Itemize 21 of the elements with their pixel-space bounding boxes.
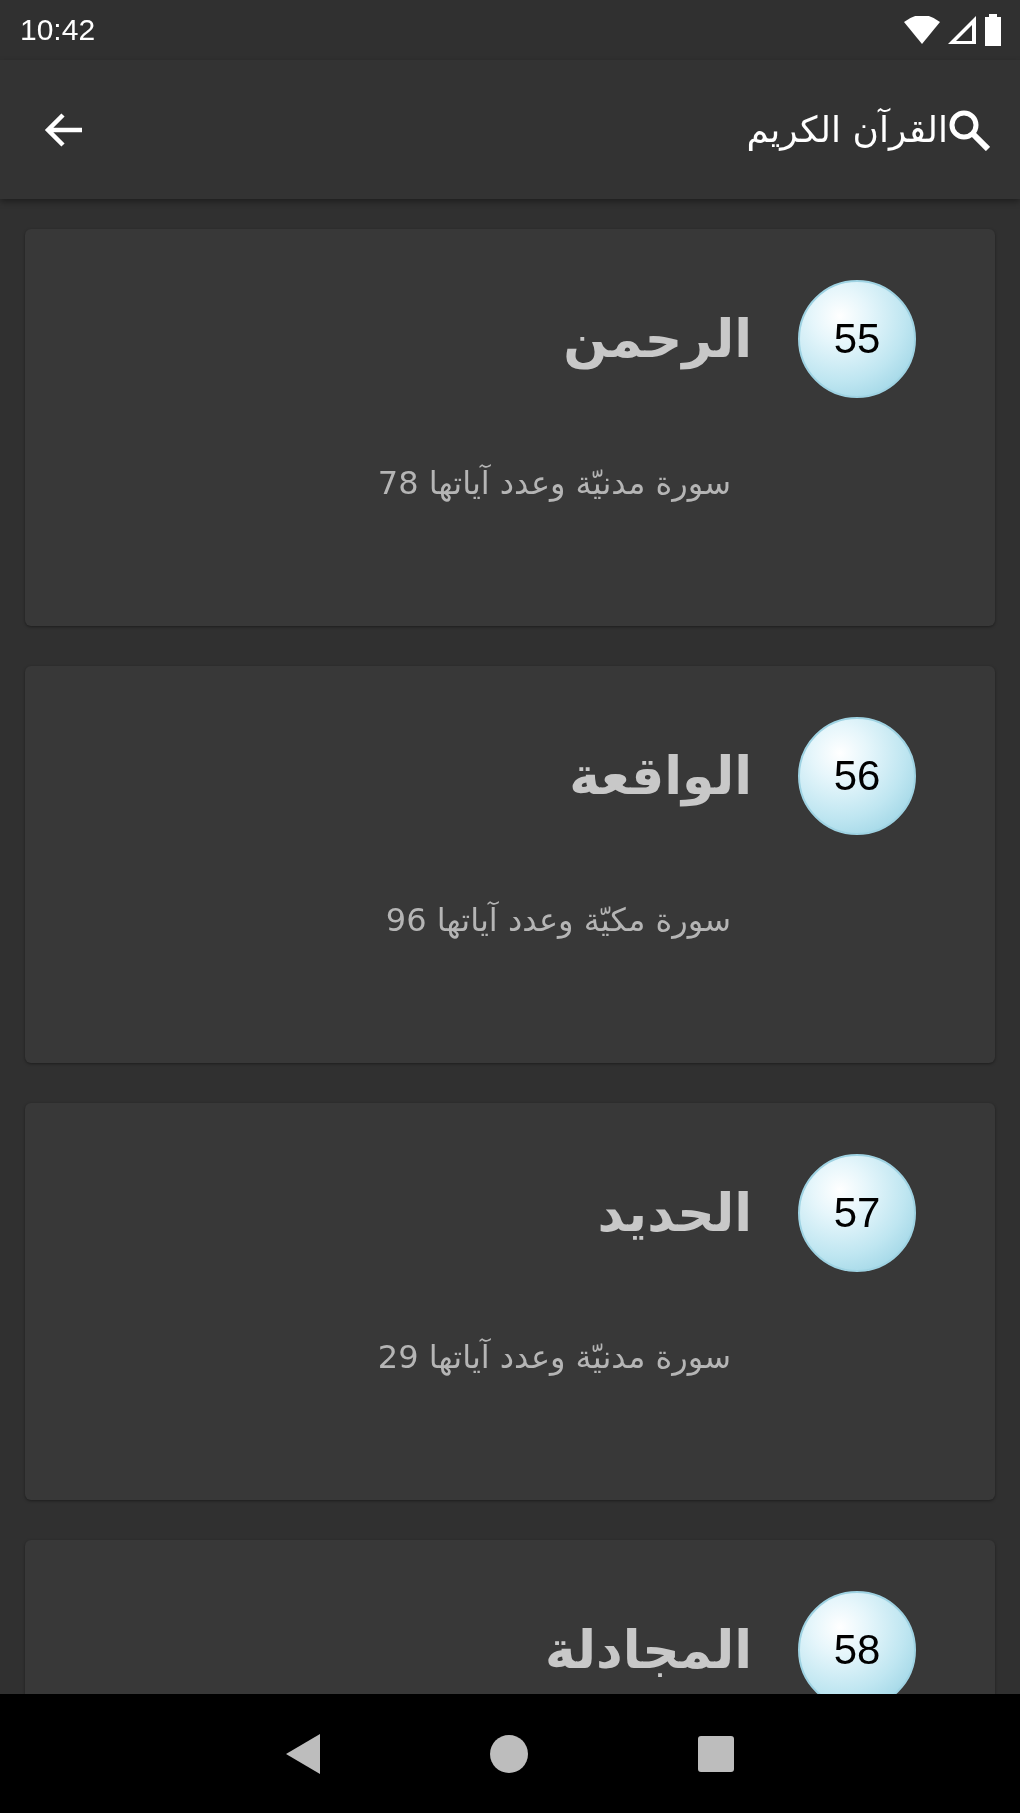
surah-name: الحديد <box>597 1183 752 1243</box>
surah-name: الواقعة <box>569 746 752 806</box>
surah-name: الرحمن <box>563 309 752 369</box>
search-icon[interactable] <box>948 108 990 151</box>
number-badge: 57 <box>798 1154 916 1272</box>
back-nav-icon[interactable] <box>286 1733 320 1774</box>
home-nav-icon[interactable] <box>490 1734 528 1773</box>
number-badge: 58 <box>798 1591 916 1694</box>
app-title: القرآن الكريم <box>745 109 948 150</box>
number-badge: 55 <box>798 280 916 398</box>
back-arrow-icon[interactable] <box>44 111 84 148</box>
surah-name: المجادلة <box>545 1620 752 1680</box>
recents-nav-icon[interactable] <box>698 1735 734 1772</box>
surah-info: سورة مدنيّة وعدد آياتها 29 <box>377 1338 731 1376</box>
surah-info: سورة مدنيّة وعدد آياتها 78 <box>377 464 731 502</box>
surah-info: سورة مكيّة وعدد آياتها 96 <box>385 901 731 939</box>
wifi-icon <box>904 16 940 44</box>
number-badge: 56 <box>798 717 916 835</box>
status-time: 10:42 <box>20 13 96 47</box>
signal-icon <box>948 16 976 44</box>
battery-icon <box>984 14 1002 46</box>
